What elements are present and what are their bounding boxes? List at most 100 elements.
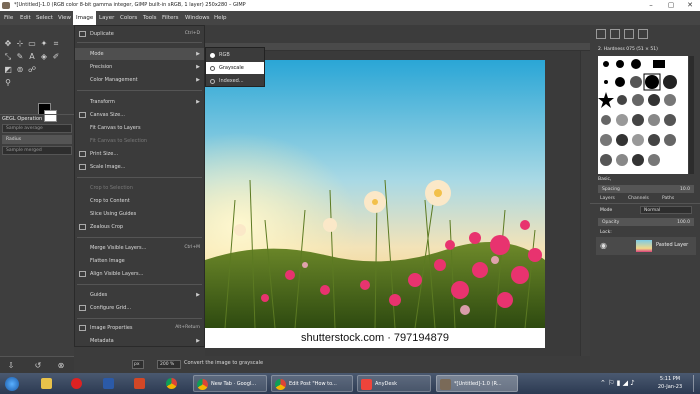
opacity-label: Opacity (602, 220, 620, 225)
mode-indexed[interactable]: Indexed... (206, 75, 264, 87)
align-tool-icon[interactable]: ⊹ (15, 39, 25, 49)
word-pin[interactable] (100, 375, 116, 392)
brush-tab-icon[interactable] (596, 29, 606, 39)
menu-guides[interactable]: Guides ▶ (75, 289, 204, 301)
explorer-pin[interactable] (38, 375, 54, 392)
clone-tool-icon[interactable]: ⊚ (15, 65, 25, 75)
powerpoint-pin[interactable] (131, 375, 147, 392)
menu-tools[interactable]: Tools (140, 11, 160, 25)
menu-canvas-size[interactable]: Canvas Size... (75, 109, 204, 121)
menu-mode[interactable]: Mode ▶ (75, 48, 204, 60)
bucket-fill-icon[interactable]: ◈ (39, 52, 49, 62)
opera-pin[interactable] (68, 375, 84, 392)
radius-field[interactable]: Radius (2, 135, 72, 144)
menu-duplicate[interactable]: Duplicate Ctrl+D (75, 28, 204, 40)
flower-photo (205, 60, 545, 328)
pattern-tab-icon[interactable] (610, 29, 620, 39)
menu-colors[interactable]: Colors (117, 11, 140, 25)
print-size-label: Print Size... (90, 151, 119, 157)
menu-layer[interactable]: Layer (96, 11, 117, 25)
menu-view[interactable]: View (55, 11, 74, 25)
menu-zealous-crop[interactable]: Zealous Crop (75, 221, 204, 233)
tab-channels[interactable]: Channels (628, 196, 649, 201)
menu-metadata[interactable]: Metadata ▶ (75, 335, 204, 347)
unit-select[interactable]: px (132, 360, 144, 369)
toolbox-panel: ✥ ⊹ ▭ ✦ ⌗ ⤡ ✎ A ◈ ✐ ◩ ⊚ ☍ ⚲ GEGL Operati… (0, 25, 74, 373)
mode-rgb[interactable]: RGB (206, 49, 264, 61)
move-tool-icon[interactable]: ✥ (3, 39, 13, 49)
sample-average-toggle[interactable]: Sample average (2, 124, 72, 133)
delete-preset-icon[interactable]: ⊗ (56, 361, 66, 371)
clock-time[interactable]: 5:11 PM (658, 376, 682, 382)
menu-select[interactable]: Select (33, 11, 56, 25)
eye-visibility-icon[interactable]: ◉ (600, 241, 607, 250)
layer-name: Pasted Layer (656, 242, 689, 248)
canvas-image[interactable] (205, 60, 545, 328)
layer-mode-select[interactable]: Normal (640, 206, 692, 214)
menu-fit-canvas-layers[interactable]: Fit Canvas to Layers (75, 122, 204, 134)
menu-scale-image[interactable]: Scale Image... (75, 161, 204, 173)
crop-to-selection-label: Crop to Selection (90, 185, 133, 191)
taskbar-app-chrome-newtab[interactable]: New Tab · Googl... (193, 375, 267, 392)
menu-help[interactable]: Help (211, 11, 230, 25)
brush-grid[interactable] (598, 56, 688, 174)
background-color-swatch[interactable] (44, 110, 57, 122)
mode-grayscale[interactable]: Grayscale (206, 62, 264, 74)
menu-windows[interactable]: Windows (182, 11, 213, 25)
menu-crop-to-selection[interactable]: Crop to Selection (75, 182, 204, 194)
menu-fit-canvas-selection[interactable]: Fit Canvas to Selection (75, 135, 204, 147)
zoom-select[interactable]: 200 % (157, 360, 181, 369)
crop-tool-icon[interactable]: ⌗ (51, 39, 61, 49)
taskbar-app-anydesk[interactable]: AnyDesk (357, 375, 431, 392)
menu-align-visible-layers[interactable]: Align Visible Layers... (75, 268, 204, 280)
menu-filters[interactable]: Filters (159, 11, 182, 25)
tray-icons[interactable]: ⌃ ⚐ ▮ ◢ ♪ (600, 379, 635, 387)
show-desktop-button[interactable] (693, 375, 698, 392)
merge-visible-layers-label: Merge Visible Layers... (90, 245, 147, 251)
rect-select-icon[interactable]: ▭ (27, 39, 37, 49)
menu-file[interactable]: File (1, 11, 16, 25)
chrome-pin[interactable] (163, 375, 179, 392)
scale-image-label: Scale Image... (90, 164, 126, 170)
menu-image[interactable]: Image (73, 11, 97, 25)
smudge-tool-icon[interactable]: ☍ (27, 65, 37, 75)
menu-slice-using-guides[interactable]: Slice Using Guides (75, 208, 204, 220)
menu-merge-visible-layers[interactable]: Merge Visible Layers... Ctrl+M (75, 242, 204, 254)
close-button[interactable]: ✕ (680, 0, 700, 11)
menu-crop-to-content[interactable]: Crop to Content (75, 195, 204, 207)
eraser-icon[interactable]: ◩ (3, 65, 13, 75)
paintbrush-icon[interactable]: ✐ (51, 52, 61, 62)
color-picker-icon[interactable]: ⚲ (3, 78, 13, 88)
maximize-button[interactable]: ▢ (661, 0, 681, 11)
minimize-button[interactable]: – (641, 0, 661, 11)
path-tool-icon[interactable]: ✎ (15, 52, 25, 62)
fuzzy-select-icon[interactable]: ✦ (39, 39, 49, 49)
radius-label: Radius (6, 137, 22, 142)
brush-scrollbar[interactable] (689, 56, 694, 174)
save-tool-preset-icon[interactable]: ⇩ (6, 361, 16, 371)
font-tab-icon[interactable] (624, 29, 634, 39)
restore-icon[interactable]: ↺ (33, 361, 43, 371)
layer-row[interactable]: ◉ Pasted Layer (596, 237, 696, 255)
menu-image-properties[interactable]: Image Properties Alt+Return (75, 322, 204, 334)
start-button[interactable] (2, 375, 22, 392)
taskbar-app-gimp[interactable]: *[Untitled]-1.0 (R... (436, 375, 518, 392)
tab-layers[interactable]: Layers (600, 196, 615, 201)
menu-transform[interactable]: Transform ▶ (75, 96, 204, 108)
menu-print-size[interactable]: Print Size... (75, 148, 204, 160)
opacity-slider[interactable]: Opacity 100.0 (598, 218, 694, 226)
menu-flatten-image[interactable]: Flatten Image (75, 255, 204, 267)
menu-edit[interactable]: Edit (17, 11, 34, 25)
taskbar-app-edit-post[interactable]: Edit Post "How to... (271, 375, 353, 392)
clock-date[interactable]: 20-Jan-23 (656, 384, 684, 390)
sample-merged-checkbox[interactable]: Sample merged (2, 146, 72, 155)
text-tool-icon[interactable]: A (27, 52, 37, 62)
menu-configure-grid[interactable]: Configure Grid... (75, 302, 204, 314)
vertical-scrollbar[interactable] (580, 51, 590, 356)
warp-tool-icon[interactable]: ⤡ (3, 52, 13, 62)
spacing-slider[interactable]: Spacing 10.0 (598, 185, 694, 193)
menu-precision[interactable]: Precision ▶ (75, 61, 204, 73)
menu-color-management[interactable]: Color Management ▶ (75, 74, 204, 86)
history-tab-icon[interactable] (638, 29, 648, 39)
tab-paths[interactable]: Paths (662, 196, 674, 201)
